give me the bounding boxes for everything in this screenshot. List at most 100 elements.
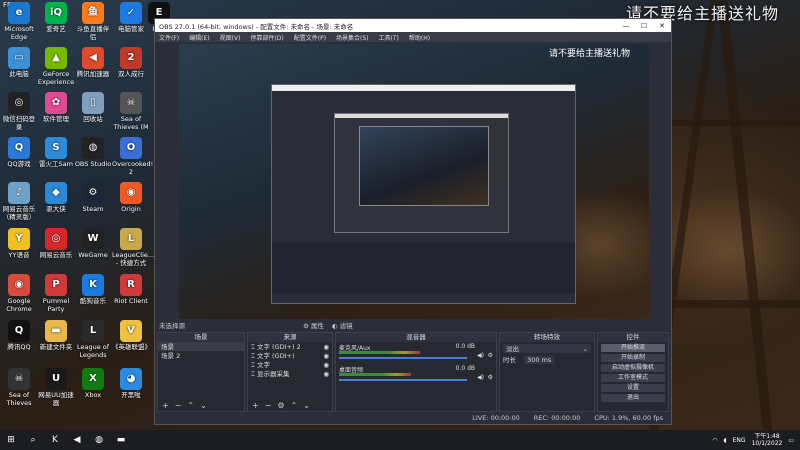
menu-item[interactable]: 场景集合(S) — [336, 33, 369, 42]
desktop-shortcut[interactable]: S 雷火工Sam — [37, 137, 75, 169]
visibility-icon[interactable]: ◉ — [323, 370, 329, 378]
speaker-icon[interactable]: ◀) — [477, 374, 484, 381]
transition-select[interactable]: 淡出 ⌄ — [503, 344, 591, 353]
menu-item[interactable]: 工具(T) — [379, 33, 399, 42]
visibility-icon[interactable]: ◉ — [323, 361, 329, 369]
move-up-icon[interactable]: ⌃ — [187, 401, 194, 410]
desktop-shortcut[interactable]: Q QQ游戏 — [0, 137, 38, 169]
close-icon[interactable]: ✕ — [653, 22, 671, 30]
language-indicator[interactable]: ENG — [733, 437, 746, 444]
gear-icon[interactable]: ⚙ — [488, 352, 493, 359]
add-icon[interactable]: + — [162, 401, 169, 410]
maximize-icon[interactable]: ☐ — [635, 22, 653, 30]
visibility-icon[interactable]: ◉ — [323, 352, 329, 360]
menu-item[interactable]: 配置文件(P) — [294, 33, 326, 42]
menu-item[interactable]: 文件(F) — [159, 33, 179, 42]
desktop-shortcut[interactable]: V 《英雄联盟》 — [112, 320, 151, 352]
desktop-shortcut[interactable]: ◎ 微信扫码登录 — [0, 92, 38, 131]
desktop-shortcut[interactable]: X Xbox — [74, 368, 112, 400]
gear-icon[interactable]: ⚙ — [488, 374, 493, 381]
desktop-shortcut[interactable]: K 酷狗音乐 — [74, 274, 112, 306]
move-down-icon[interactable]: ⌄ — [200, 401, 207, 410]
desktop-shortcut[interactable]: ☠ Sea of Thieves — [0, 368, 38, 407]
iqiyi-icon: iQ — [45, 2, 67, 24]
desktop-shortcut[interactable]: L League of Legends — [74, 320, 112, 359]
mixer-header: 混音器 — [336, 333, 496, 342]
desktop-shortcut[interactable]: 2 双人成行 — [112, 47, 150, 79]
desktop-shortcut[interactable]: Q 腾讯QQ — [0, 320, 38, 352]
desktop-shortcut[interactable]: ✿ 软件管理 — [37, 92, 75, 124]
menu-item[interactable]: 帮助(H) — [409, 33, 430, 42]
remove-icon[interactable]: − — [265, 401, 272, 410]
volume-icon[interactable]: ◖ — [723, 437, 726, 444]
desktop-shortcut[interactable]: P Pummel Party — [37, 274, 75, 313]
minimize-icon[interactable]: — — [617, 22, 635, 30]
gear-icon[interactable]: ⚙ — [277, 401, 284, 410]
desktop-shortcut[interactable]: ◆ 驱大侠 — [37, 182, 75, 214]
desktop-shortcut-label: Sea of Thieves — [6, 391, 32, 407]
desktop-shortcut-label: 爱奇艺 — [46, 25, 66, 33]
desktop-shortcut[interactable]: Y YY语音 — [0, 228, 38, 260]
desktop-shortcut[interactable]: ♪ 网易云音乐（精灵版） — [0, 182, 38, 221]
desktop-shortcut[interactable]: ▬ 新建文件夹 — [37, 320, 75, 352]
source-item[interactable]: ⌶ 文字 ◉ — [248, 360, 332, 369]
desktop-shortcut[interactable]: O Overcooked! 2 — [112, 137, 153, 176]
obs-window[interactable]: OBS 27.0.1 (64-bit, windows) - 配置文件: 未命名… — [154, 18, 672, 425]
move-down-icon[interactable]: ⌄ — [303, 401, 310, 410]
filters-button[interactable]: ◐ 滤镜 — [332, 320, 353, 330]
desktop-shortcut[interactable]: ◎ 网易云音乐 — [37, 228, 75, 260]
menu-item[interactable]: 编辑(E) — [189, 33, 209, 42]
start-icon[interactable]: ⊞ — [0, 430, 22, 450]
control-button[interactable]: 启动虚拟摄像机 — [601, 364, 665, 372]
desktop-shortcut[interactable]: ⚙ Steam — [74, 182, 112, 214]
remove-icon[interactable]: − — [175, 401, 182, 410]
volume-slider[interactable] — [339, 379, 467, 381]
desktop-shortcut[interactable]: ◍ OBS Studio — [74, 137, 112, 169]
clock[interactable]: 下午1:48 10/1/2022 — [752, 433, 783, 447]
volume-slider[interactable] — [339, 357, 467, 359]
desktop-shortcut[interactable]: e Microsoft Edge — [0, 2, 38, 41]
desktop-shortcut[interactable]: iQ 爱奇艺 — [37, 2, 75, 34]
accelerator-icon[interactable]: ◀ — [66, 430, 88, 450]
menu-item[interactable]: 停靠部件(D) — [250, 33, 283, 42]
kugou-icon[interactable]: K — [44, 430, 66, 450]
desktop-shortcut[interactable]: L LeagueClie... - 快捷方式 — [112, 228, 154, 267]
source-item[interactable]: ⌶ 文字 (GDI+) ◉ — [248, 351, 332, 360]
desktop-shortcut[interactable]: R Riot Client — [112, 274, 150, 306]
desktop-shortcut[interactable]: W WeGame — [74, 228, 112, 260]
desktop-shortcut[interactable]: ▯ 回收站 — [74, 92, 112, 124]
obs-icon[interactable]: ◍ — [88, 430, 110, 450]
desktop-shortcut[interactable]: ▲ GeForce Experience — [37, 47, 75, 86]
desktop-shortcut[interactable]: ◉ Origin — [112, 182, 150, 214]
source-item[interactable]: ⌶ 显示器采集 ◉ — [248, 369, 332, 378]
add-icon[interactable]: + — [252, 401, 259, 410]
search-icon[interactable]: ⌕ — [22, 430, 44, 450]
network-icon[interactable]: ◠ — [712, 437, 717, 444]
control-button[interactable]: 开始录制 — [601, 354, 665, 362]
visibility-icon[interactable]: ◉ — [323, 343, 329, 351]
origin-icon: ◉ — [120, 182, 142, 204]
speaker-icon[interactable]: ◀) — [477, 352, 484, 359]
notification-icon[interactable]: ▭ — [788, 437, 794, 444]
obs-titlebar[interactable]: OBS 27.0.1 (64-bit, windows) - 配置文件: 未命名… — [155, 19, 671, 32]
desktop-shortcut[interactable]: ▭ 此电脑 — [0, 47, 38, 79]
desktop-shortcut[interactable]: ◀ 腾讯加速器 — [74, 47, 112, 79]
scene-item[interactable]: 场景 2 — [158, 351, 244, 360]
folder-icon[interactable]: ▬ — [110, 430, 132, 450]
source-item[interactable]: ⌶ 文字 (GDI+) 2 ◉ — [248, 342, 332, 351]
control-button[interactable]: 设置 — [601, 384, 665, 392]
desktop-shortcut[interactable]: ☠ Sea of Thieves (M — [112, 92, 150, 131]
obs-preview[interactable]: 请不要给主播送礼物 — [179, 44, 649, 329]
desktop-shortcut[interactable]: ◕ 开黑啦 — [112, 368, 150, 400]
properties-button[interactable]: ⚙ 属性 — [303, 320, 324, 330]
control-button[interactable]: 退出 — [601, 394, 665, 402]
desktop-shortcut[interactable]: U 网易UU加速器 — [37, 368, 75, 407]
control-button[interactable]: 工作室模式 — [601, 374, 665, 382]
desktop-shortcut[interactable]: ◉ Google Chrome — [0, 274, 38, 313]
control-button[interactable]: 开始推流 — [601, 344, 665, 352]
scene-item[interactable]: 场景 — [158, 342, 244, 351]
move-up-icon[interactable]: ⌃ — [291, 401, 298, 410]
transition-duration[interactable]: 时长 300 ms — [500, 355, 594, 364]
desktop-shortcut[interactable]: 鱼斗鱼直播伴侣 — [74, 2, 112, 41]
menu-item[interactable]: 视图(V) — [220, 33, 241, 42]
